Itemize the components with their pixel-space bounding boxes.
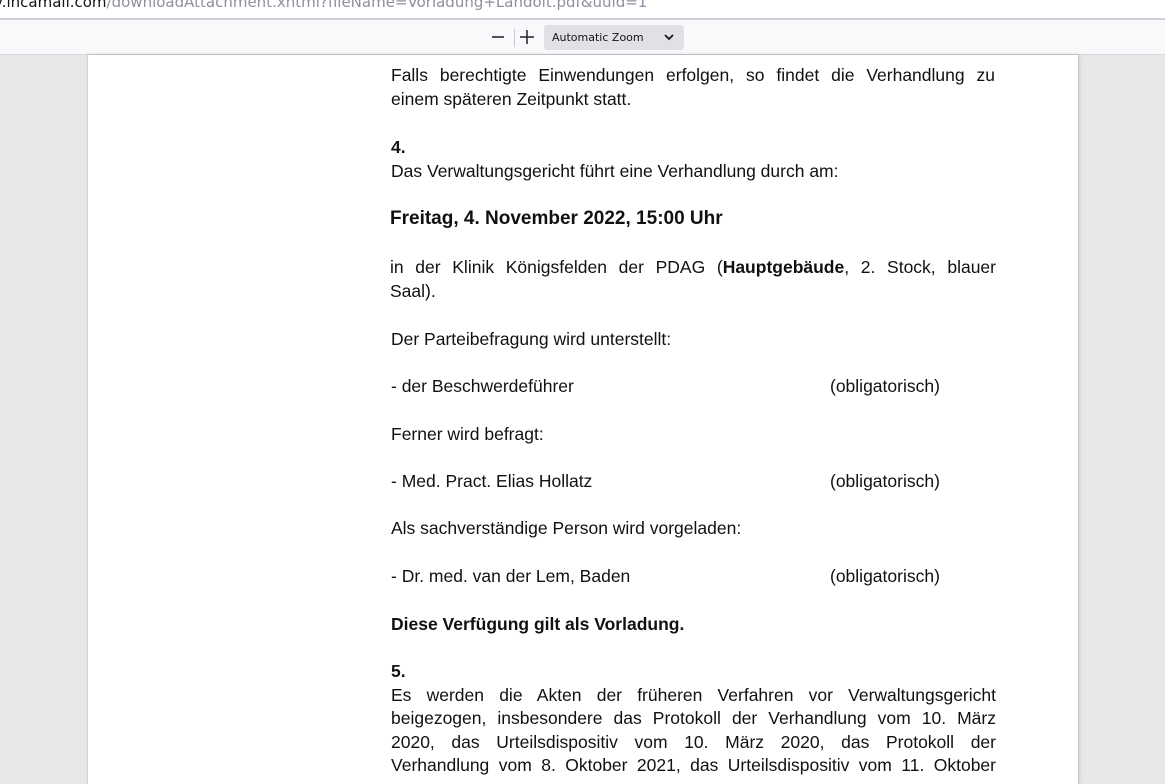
further-heading: Ferner wird befragt: — [391, 424, 544, 444]
section-5-line-1: Es werden die Akten der früheren Verfahr… — [391, 685, 996, 705]
summons-note: Diese Verfügung gilt als Vorladung. — [391, 614, 685, 634]
section-5-line-2: beigezogen, insbesondere das Protokoll d… — [391, 708, 996, 728]
location-line-1: in der Klinik Königsfelden der PDAG (Hau… — [390, 255, 996, 279]
party-status: (obligatorisch) — [830, 376, 940, 396]
minus-icon — [492, 36, 504, 38]
further-name: - Med. Pract. Elias Hollatz — [391, 471, 593, 491]
location-text-post: , 2. Stock, blauer — [844, 257, 996, 277]
location-line-2: Saal). — [390, 281, 436, 301]
intro-line-1: Falls berechtigte Einwendungen erfolgen,… — [391, 65, 995, 85]
toolbar-divider — [514, 29, 515, 47]
plus-icon — [520, 30, 534, 44]
hearing-date: Freitag, 4. November 2022, 15:00 Uhr — [390, 208, 723, 229]
url-path: /downloadAttachment.xhtml?fileName=Vorla… — [106, 0, 648, 11]
further-status: (obligatorisch) — [830, 471, 940, 491]
pdf-viewer[interactable]: Falls berechtigte Einwendungen erfolgen,… — [0, 55, 1165, 784]
url-host: v.incamail.com — [0, 0, 107, 11]
chevron-down-icon — [664, 34, 674, 41]
intro-line-2: einem späteren Zeitpunkt statt. — [391, 89, 632, 109]
section-5-line-4: Verhandlung vom 8. Oktober 2021, das Urt… — [391, 755, 996, 775]
zoom-select[interactable]: Automatic Zoom — [544, 25, 684, 50]
expert-name: - Dr. med. van der Lem, Baden — [391, 566, 631, 586]
zoom-out-button[interactable] — [487, 26, 509, 48]
section-5-number: 5. — [391, 661, 406, 681]
expert-heading: Als sachverständige Person wird vorgelad… — [391, 518, 742, 538]
address-bar[interactable]: v.incamail.com/downloadAttachment.xhtml?… — [0, 0, 1165, 18]
party-name: - der Beschwerdeführer — [391, 376, 574, 396]
location-building: Hauptgebäude — [722, 257, 845, 277]
section-4-text: Das Verwaltungsgericht führt eine Verhan… — [391, 161, 839, 181]
section-5-line-3: 2020, das Urteilsdispositiv vom 10. März… — [391, 732, 996, 752]
pdf-toolbar: Automatic Zoom — [0, 20, 1165, 55]
party-heading: Der Parteibefragung wird unterstellt: — [391, 329, 672, 349]
section-4-number: 4. — [391, 137, 406, 157]
pdf-page: Falls berechtigte Einwendungen erfolgen,… — [88, 55, 1078, 784]
zoom-in-button[interactable] — [516, 26, 538, 48]
zoom-select-value: Automatic Zoom — [552, 31, 644, 44]
expert-status: (obligatorisch) — [830, 566, 940, 586]
location-text-pre: in der Klinik Königsfelden der PDAG ( — [390, 257, 723, 277]
